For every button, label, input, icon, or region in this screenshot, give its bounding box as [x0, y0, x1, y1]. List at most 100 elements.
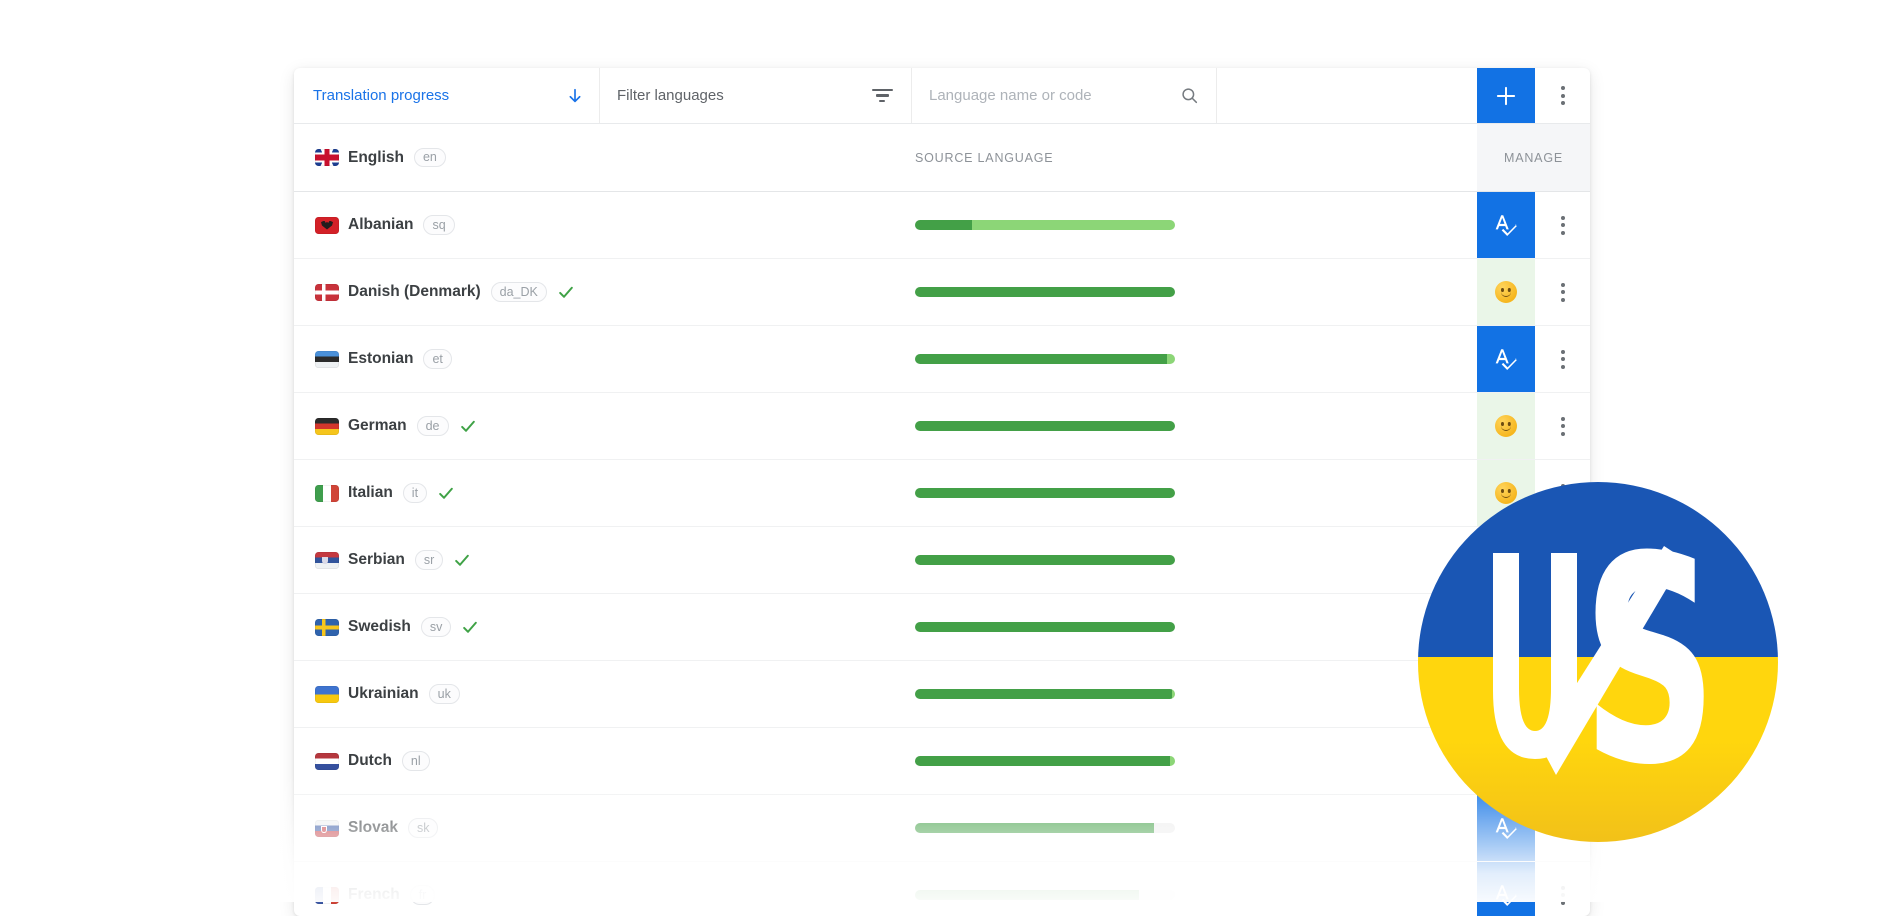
source-language-cell: English en [294, 147, 446, 168]
language-name: Albanian [348, 216, 414, 233]
language-row[interactable]: French fr [294, 862, 1590, 916]
flag-icon-de [315, 417, 339, 435]
language-row[interactable]: Dutch nl [294, 728, 1590, 795]
magnifier-icon [1180, 86, 1200, 106]
translation-progress-bar [915, 555, 1175, 565]
progress-translated [915, 220, 973, 230]
approved-check-icon [459, 417, 477, 435]
source-language-label: SOURCE LANGUAGE [915, 150, 1054, 165]
smiley-face-icon [1495, 415, 1517, 437]
kebab-menu-icon [1560, 215, 1565, 235]
language-name: French [348, 886, 400, 903]
manage-column-header: MANAGE [1477, 124, 1590, 191]
kebab-menu-icon [1560, 282, 1565, 302]
language-code-badge: sq [423, 215, 455, 235]
sort-label[interactable]: Translation progress [313, 87, 565, 104]
flag-icon-uk [315, 685, 339, 703]
flag-icon-sr [315, 551, 339, 569]
reviewed-status-cell [1477, 259, 1535, 325]
plus-icon [1493, 83, 1519, 109]
toolbar-overflow-menu[interactable] [1535, 68, 1590, 123]
progress-translated [915, 421, 1175, 431]
translate-button[interactable] [1477, 326, 1535, 392]
language-code-badge: it [402, 483, 428, 503]
progress-translated [915, 890, 1139, 900]
language-code-badge: sk [407, 818, 439, 838]
sort-dropdown[interactable]: Translation progress [294, 68, 600, 123]
kebab-menu-icon [1560, 86, 1565, 105]
language-row[interactable]: German de [294, 393, 1590, 460]
language-code-badge: de [416, 416, 449, 436]
language-row[interactable]: Serbian sr [294, 527, 1590, 594]
translate-button[interactable] [1477, 862, 1535, 916]
language-name-cell: Estonian et [294, 349, 452, 369]
flag-icon-sq [315, 216, 339, 234]
language-row[interactable]: Slovak sk [294, 795, 1590, 862]
language-row[interactable]: Estonian et [294, 326, 1590, 393]
spellcheck-icon [1495, 349, 1517, 370]
approved-check-icon [461, 618, 479, 636]
progress-translated [915, 555, 1175, 565]
translation-progress-bar [915, 354, 1175, 364]
language-row[interactable]: Italian it [294, 460, 1590, 527]
progress-pending [1167, 354, 1175, 364]
flag-icon-nl [315, 752, 339, 770]
language-name-cell: Danish (Denmark) da_DK [294, 282, 575, 302]
language-name-cell: Dutch nl [294, 751, 430, 771]
row-overflow-menu[interactable] [1535, 862, 1590, 916]
language-name-cell: Serbian sr [294, 550, 471, 570]
flag-icon-sk [315, 819, 339, 837]
translation-progress-bar [915, 756, 1175, 766]
add-language-button[interactable] [1477, 68, 1535, 123]
source-language-name: English [348, 148, 404, 166]
language-name-cell: Swedish sv [294, 617, 479, 637]
manage-label: MANAGE [1504, 150, 1563, 165]
row-overflow-menu[interactable] [1535, 259, 1590, 325]
language-code-badge: sv [420, 617, 452, 637]
filter-languages-button[interactable]: Filter languages [600, 68, 912, 123]
spellcheck-icon [1495, 885, 1517, 906]
flag-icon-et [315, 350, 339, 368]
filter-lines-icon [871, 89, 893, 102]
row-overflow-menu[interactable] [1535, 326, 1590, 392]
language-row[interactable]: Albanian sq [294, 192, 1590, 259]
language-name-cell: Slovak sk [294, 818, 439, 838]
progress-pending [1169, 756, 1175, 766]
translation-progress-bar [915, 689, 1175, 699]
language-name: Dutch [348, 752, 392, 769]
search-input[interactable] [927, 86, 1180, 105]
progress-pending [972, 220, 1175, 230]
language-row[interactable]: Danish (Denmark) da_DK [294, 259, 1590, 326]
language-list: Albanian sq Danish (Denmark) da_DK Estonian e… [294, 192, 1590, 916]
progress-translated [915, 823, 1155, 833]
progress-translated [915, 287, 1175, 297]
flag-icon-it [315, 484, 339, 502]
translation-progress-bar [915, 220, 1175, 230]
progress-translated [915, 756, 1170, 766]
flag-icon-da_DK [315, 283, 339, 301]
progress-translated [915, 488, 1175, 498]
language-name: German [348, 417, 407, 434]
filter-label[interactable]: Filter languages [617, 87, 871, 104]
kebab-menu-icon [1560, 416, 1565, 436]
toolbar: Translation progress Filter languages [294, 68, 1590, 124]
translation-progress-bar [915, 823, 1175, 833]
language-name-cell: Ukrainian uk [294, 684, 460, 704]
language-name-cell: German de [294, 416, 477, 436]
row-overflow-menu[interactable] [1535, 393, 1590, 459]
language-name: Swedish [348, 618, 411, 635]
language-row[interactable]: Swedish sv [294, 594, 1590, 661]
approved-check-icon [557, 283, 575, 301]
arrow-down-icon [565, 86, 585, 106]
language-row[interactable]: Ukrainian uk [294, 661, 1590, 728]
language-code-badge: sr [414, 550, 444, 570]
language-name: Estonian [348, 350, 414, 367]
us-logo-letters: S [1493, 496, 1717, 827]
progress-translated [915, 689, 1173, 699]
translate-button[interactable] [1477, 192, 1535, 258]
us-ukraine-logo: S [1418, 482, 1778, 842]
row-overflow-menu[interactable] [1535, 192, 1590, 258]
smiley-face-icon [1495, 281, 1517, 303]
language-name: Serbian [348, 551, 405, 568]
language-name: Italian [348, 484, 393, 501]
